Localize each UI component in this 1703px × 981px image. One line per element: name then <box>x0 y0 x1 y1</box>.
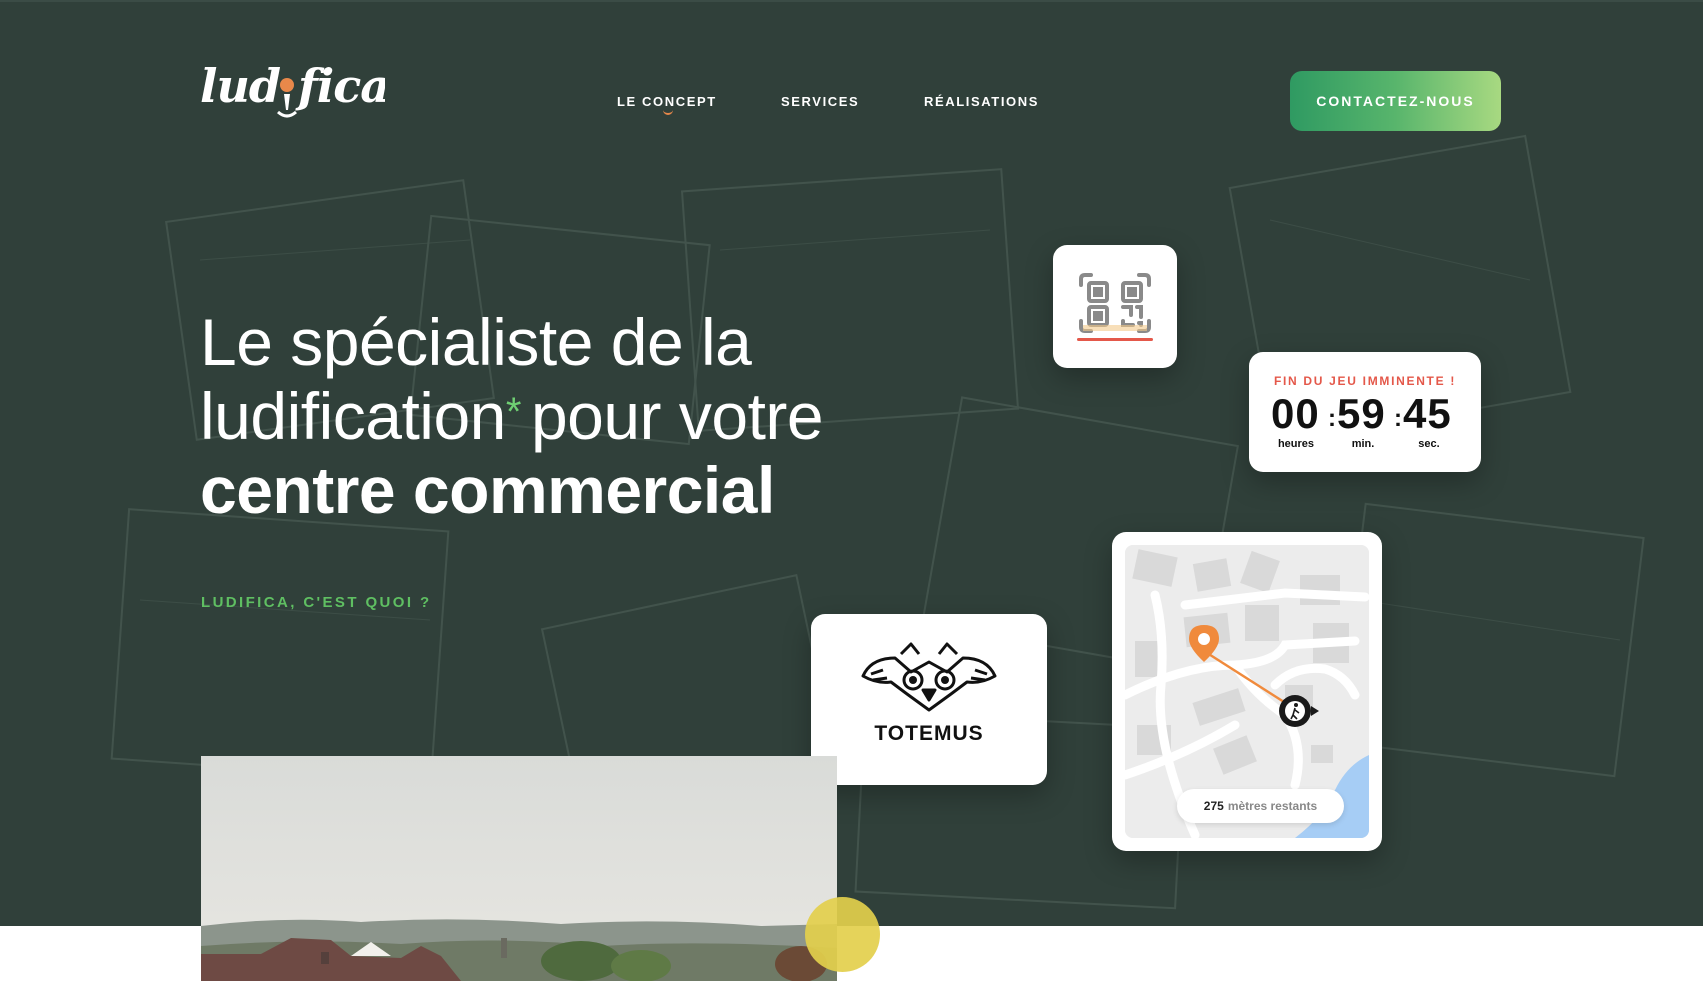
timer-seconds: 45 <box>1403 390 1452 437</box>
nav-link-services[interactable]: SERVICES <box>781 94 859 109</box>
hero-headline: Le spécialiste de la ludification* pour v… <box>200 305 980 527</box>
game-timer-card: FIN DU JEU IMMINENTE ! 00 : 59 : 45 heur… <box>1249 352 1481 472</box>
timer-seconds-label: sec. <box>1418 438 1440 450</box>
totemus-label: TOTEMUS <box>874 722 984 745</box>
nav-link-realisations[interactable]: RÉALISATIONS <box>924 94 1039 109</box>
nav-link-concept[interactable]: LE CONCEPT <box>617 94 717 115</box>
timer-title: FIN DU JEU IMMINENTE ! <box>1273 374 1457 388</box>
nav-link-concept-label: LE CONCEPT <box>617 94 717 109</box>
mini-map: 275 mètres restants <box>1125 545 1369 838</box>
headline-line-1: Le spécialiste de la <box>200 305 752 379</box>
distance-value: 275 <box>1203 799 1224 813</box>
timer-digits: 00 : 59 : 45 <box>1271 392 1461 436</box>
what-is-ludifica-link[interactable]: LUDIFICA, C'EST QUOI ? <box>201 594 432 611</box>
qr-code-icon <box>1077 273 1153 341</box>
map-navigation-card: 275 mètres restants <box>1112 532 1382 851</box>
distance-label: mètres restants <box>1227 799 1318 813</box>
village-photo <box>201 756 837 981</box>
headline-line-3: centre commercial <box>200 453 775 527</box>
timer-separator: : <box>1328 405 1336 432</box>
timer-minutes-label: min. <box>1351 438 1375 450</box>
totemus-card: TOTEMUS <box>811 614 1047 785</box>
distance-remaining: 275 mètres restants <box>1177 789 1344 823</box>
timer-separator: : <box>1394 405 1402 432</box>
timer-minutes: 59 <box>1337 390 1386 437</box>
headline-pour-votre: pour votre <box>530 379 824 453</box>
decorative-yellow-circle <box>805 897 880 972</box>
logo-text: ludifica <box>200 60 204 61</box>
owl-totem-icon <box>861 642 997 712</box>
timer-hours: 00 <box>1271 390 1320 437</box>
headline-ludification: ludification <box>200 379 506 453</box>
contact-button[interactable]: CONTACTEZ-NOUS <box>1290 71 1501 131</box>
asterisk-mark: * <box>505 390 522 434</box>
headline-line-2: ludification* pour votre <box>200 379 980 453</box>
timer-hours-label: heures <box>1277 438 1315 450</box>
qr-code-card <box>1053 245 1177 368</box>
